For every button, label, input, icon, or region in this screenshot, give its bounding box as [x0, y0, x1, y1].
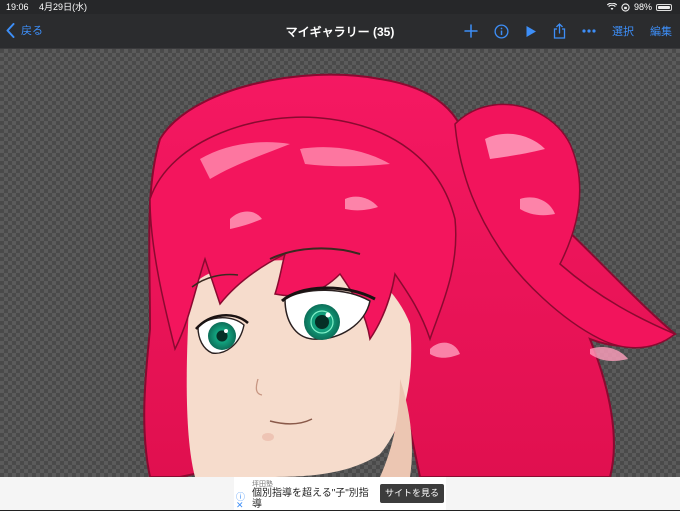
artwork-canvas[interactable]	[0, 49, 680, 477]
info-button[interactable]	[494, 21, 509, 41]
add-button[interactable]	[464, 21, 478, 41]
back-label: 戻る	[21, 25, 43, 37]
artwork-image	[143, 73, 677, 477]
orientation-lock-icon	[621, 2, 630, 12]
play-button[interactable]	[525, 21, 537, 41]
status-time: 19:06	[6, 2, 29, 12]
battery-icon	[656, 3, 672, 11]
add-icon	[464, 24, 478, 38]
wifi-icon	[606, 3, 617, 10]
ad-headline: 個別指導を超える"子"別指導	[252, 488, 369, 510]
ad-close-icon[interactable]: ✕	[236, 500, 244, 511]
share-icon	[553, 23, 566, 39]
more-button[interactable]	[582, 21, 596, 41]
info-icon	[494, 23, 509, 39]
back-button[interactable]: 戻る	[6, 22, 43, 38]
ad-card[interactable]: ⓘ ✕ 坪田塾 個別指導を超える"子"別指導 サイトを見る	[234, 477, 446, 510]
chevron-left-icon	[6, 22, 15, 38]
play-icon	[526, 25, 536, 37]
battery-percent: 98%	[633, 2, 652, 12]
share-button[interactable]	[553, 21, 566, 41]
nav-bar: 戻る マイギャラリー (35) 選択 編集	[0, 14, 680, 49]
more-icon	[582, 29, 596, 33]
select-button[interactable]: 選択	[612, 21, 634, 41]
status-date: 4月29日(水)	[39, 2, 88, 12]
edit-button[interactable]: 編集	[650, 21, 672, 41]
status-bar: 19:06 4月29日(水) 98%	[0, 0, 680, 14]
ad-cta-button[interactable]: サイトを見る	[380, 484, 444, 503]
ad-banner: ⓘ ✕ 坪田塾 個別指導を超える"子"別指導 サイトを見る	[0, 477, 680, 510]
